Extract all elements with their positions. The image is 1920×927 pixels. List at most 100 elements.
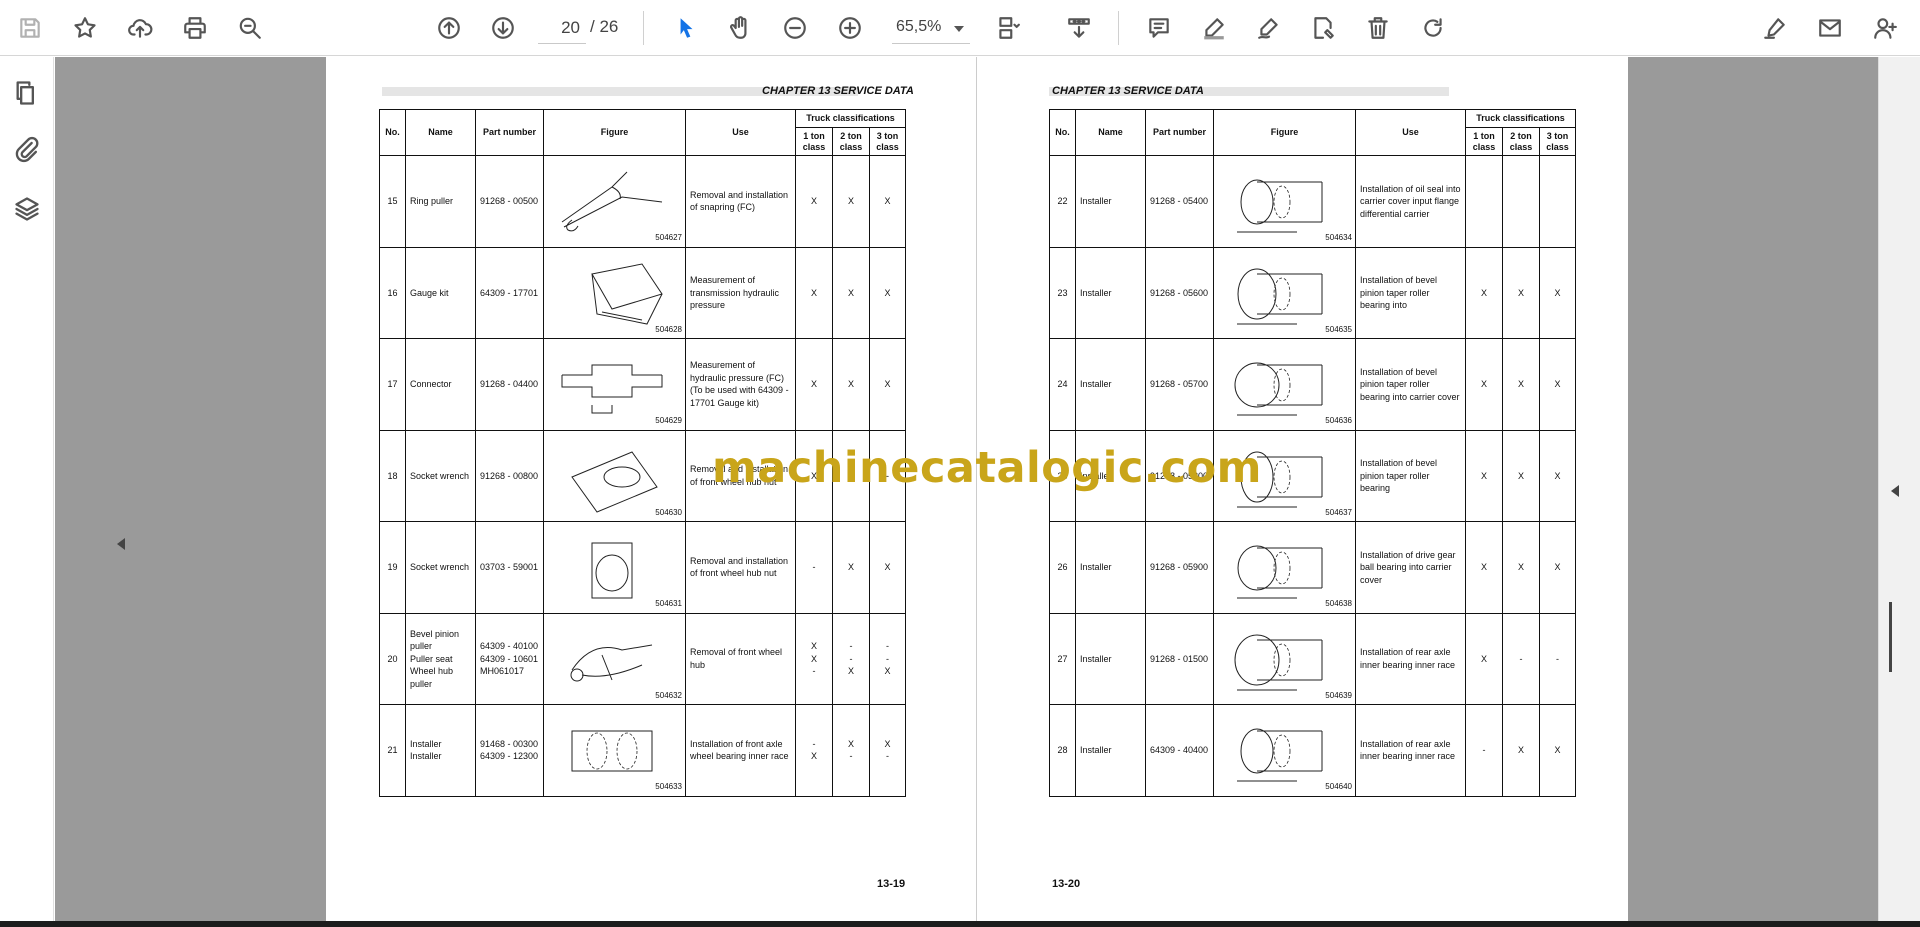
draw-icon[interactable] bbox=[1251, 10, 1287, 46]
table-row: 27 Installer 91268 - 01500 504639 Installat… bbox=[1049, 612, 1577, 705]
column-header-use: Use bbox=[685, 109, 796, 156]
tool-name: Installer bbox=[1075, 246, 1146, 339]
highlight-pen-icon[interactable] bbox=[1196, 10, 1232, 46]
class-1ton-mark: X bbox=[795, 338, 833, 431]
page-number-input[interactable] bbox=[538, 12, 586, 44]
table-row: 17 Connector 91268 - 04400 504629 Measuremen… bbox=[379, 338, 907, 431]
class-2ton-mark: X bbox=[1502, 429, 1540, 522]
class-1ton-mark: X X - bbox=[795, 612, 833, 705]
layers-icon[interactable] bbox=[10, 192, 44, 226]
page-up-icon[interactable] bbox=[431, 10, 467, 46]
tool-drawing bbox=[591, 542, 633, 599]
page-total: / 26 bbox=[590, 17, 619, 36]
tool-figure: 504629 bbox=[543, 338, 686, 431]
tool-use: Installation of rear axle inner bearing … bbox=[1355, 704, 1466, 797]
column-header-name: Name bbox=[1075, 109, 1146, 156]
rotate-icon[interactable] bbox=[1415, 10, 1451, 46]
bookmark-star-icon[interactable] bbox=[67, 10, 103, 46]
figure-code: 504640 bbox=[1325, 782, 1352, 791]
class-1ton-mark: X bbox=[1465, 246, 1503, 339]
sign-icon[interactable] bbox=[1757, 10, 1793, 46]
figure-code: 504634 bbox=[1325, 233, 1352, 242]
divider bbox=[1118, 11, 1119, 45]
watermark: machinecatalogic.com bbox=[712, 443, 1262, 493]
tool-figure: 504632 bbox=[543, 612, 686, 705]
table-row: 21 Installer Installer 91468 - 00300 64309… bbox=[379, 704, 907, 797]
column-header-use: Use bbox=[1355, 109, 1466, 156]
tool-drawing bbox=[1237, 179, 1323, 233]
tool-figure: 504640 bbox=[1213, 704, 1356, 797]
class-1ton-mark: X bbox=[795, 155, 833, 248]
save-icon[interactable] bbox=[12, 10, 48, 46]
column-header-c1: 1 ton class bbox=[795, 127, 833, 156]
email-icon[interactable] bbox=[1812, 10, 1848, 46]
vertical-scrollbar[interactable] bbox=[1878, 57, 1920, 921]
tool-figure: 504639 bbox=[1213, 612, 1356, 705]
tool-figure: 504630 bbox=[543, 429, 686, 522]
tool-drawing bbox=[1237, 545, 1323, 599]
page-down-icon[interactable] bbox=[485, 10, 521, 46]
tool-drawing bbox=[1234, 362, 1323, 416]
part-number: 64309 - 17701 bbox=[475, 246, 544, 339]
add-user-icon[interactable] bbox=[1867, 10, 1903, 46]
stamp-icon[interactable] bbox=[1305, 10, 1341, 46]
tool-name: Installer Installer bbox=[405, 704, 476, 797]
zoom-out-icon[interactable] bbox=[777, 10, 813, 46]
column-header-c1: 1 ton class bbox=[1465, 127, 1503, 156]
pages-icon[interactable] bbox=[10, 76, 44, 110]
divider bbox=[643, 11, 644, 45]
figure-code: 504631 bbox=[655, 599, 682, 608]
viewport-margin-left bbox=[55, 57, 326, 921]
tool-use: Removal and installation of front wheel … bbox=[685, 521, 796, 614]
collapse-panel-arrow-icon[interactable] bbox=[1891, 485, 1899, 497]
zoom-select[interactable]: 65,5% bbox=[892, 12, 970, 44]
row-number: 17 bbox=[379, 338, 406, 431]
column-header-no: No. bbox=[379, 109, 406, 156]
prev-page-arrow-icon[interactable] bbox=[117, 538, 125, 550]
print-icon[interactable] bbox=[177, 10, 213, 46]
class-2ton-mark: - bbox=[1502, 612, 1540, 705]
row-number: 24 bbox=[1049, 338, 1076, 431]
class-1ton-mark bbox=[1465, 155, 1503, 248]
comment-icon[interactable] bbox=[1141, 10, 1177, 46]
figure-code: 504630 bbox=[655, 507, 682, 517]
zoom-in-icon[interactable] bbox=[832, 10, 868, 46]
part-number: 91268 - 05600 bbox=[1145, 246, 1214, 339]
select-cursor-icon[interactable] bbox=[668, 10, 704, 46]
page-fit-icon[interactable] bbox=[990, 10, 1026, 46]
row-number: 22 bbox=[1049, 155, 1076, 248]
class-2ton-mark: X - bbox=[832, 704, 870, 797]
tool-figure: 504633 bbox=[543, 704, 686, 797]
part-number: 91468 - 00300 64309 - 12300 bbox=[475, 704, 544, 797]
part-number: 91268 - 05900 bbox=[1145, 521, 1214, 614]
delete-icon[interactable] bbox=[1360, 10, 1396, 46]
class-2ton-mark: X bbox=[832, 521, 870, 614]
find-zoom-icon[interactable] bbox=[232, 10, 268, 46]
tool-name: Connector bbox=[405, 338, 476, 431]
figure-code: 504632 bbox=[655, 690, 682, 700]
table-header-row: No. Name Part number Figure Use Truck classif… bbox=[379, 109, 907, 156]
viewport-margin-right bbox=[1628, 57, 1878, 921]
class-3ton-mark: X bbox=[1538, 521, 1577, 614]
scrollbar-thumb[interactable] bbox=[1889, 602, 1892, 672]
figure-code: 504639 bbox=[1325, 690, 1352, 700]
tool-name: Installer bbox=[1075, 704, 1146, 797]
tool-drawing bbox=[591, 262, 663, 325]
tool-use: Installation of drive gear ball bearing … bbox=[1355, 521, 1466, 614]
tool-figure: 504631 bbox=[543, 521, 686, 614]
toolbar: / 26 65,5% bbox=[0, 0, 1920, 56]
column-header-name: Name bbox=[405, 109, 476, 156]
class-3ton-mark: X bbox=[1538, 338, 1577, 431]
hand-tool-icon[interactable] bbox=[722, 10, 758, 46]
class-3ton-mark: X bbox=[868, 155, 907, 248]
figure-code: 504628 bbox=[655, 324, 682, 334]
class-2ton-mark: X bbox=[1502, 246, 1540, 339]
upload-cloud-icon[interactable] bbox=[122, 10, 158, 46]
tool-name: Installer bbox=[1075, 612, 1146, 705]
attachments-icon[interactable] bbox=[10, 133, 44, 167]
table-header-row: No. Name Part number Figure Use Truck classif… bbox=[1049, 109, 1577, 156]
tool-drawing bbox=[1234, 634, 1323, 690]
left-sidebar bbox=[0, 57, 54, 921]
scroll-mode-icon[interactable] bbox=[1061, 10, 1097, 46]
tool-name: Installer bbox=[1075, 338, 1146, 431]
